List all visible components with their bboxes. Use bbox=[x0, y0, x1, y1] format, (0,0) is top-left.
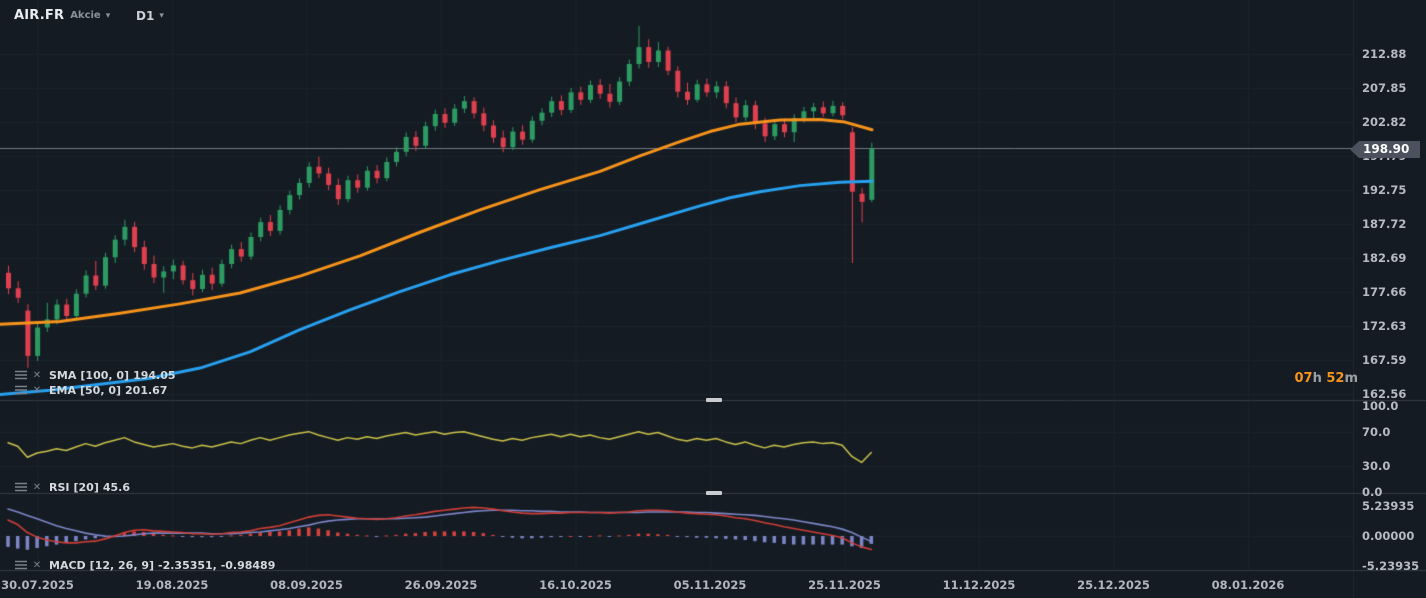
axis-tick-label: 167.59 bbox=[1362, 353, 1407, 367]
pane-resize-handle[interactable] bbox=[706, 398, 722, 402]
pane-resize-handle[interactable] bbox=[706, 491, 722, 495]
axis-tick-label: 70.0 bbox=[1362, 424, 1391, 439]
legend-macd-label: MACD [12, 26, 9] -2.35351, -0.98489 bbox=[49, 558, 276, 572]
date-tick-label: 11.12.2025 bbox=[942, 578, 1016, 592]
legend-rsi-label: RSI [20] 45.6 bbox=[49, 480, 131, 494]
timeframe-dropdown-caret[interactable]: ▾ bbox=[159, 11, 164, 21]
legend-sma[interactable]: ✕ SMA [100, 0] 194.05 bbox=[14, 368, 176, 382]
last-price-badge: 198.90 bbox=[1350, 141, 1420, 158]
indicator-settings-icon[interactable] bbox=[14, 370, 28, 381]
axis-tick-label: 202.82 bbox=[1362, 115, 1407, 129]
date-tick-label: 26.09.2025 bbox=[404, 578, 478, 592]
date-tick-label: 25.12.2025 bbox=[1077, 578, 1150, 592]
axis-tick-label: 192.75 bbox=[1362, 183, 1407, 197]
symbol-dropdown-caret[interactable]: ▾ bbox=[106, 11, 111, 21]
timeframe-selector[interactable]: D1 ▾ bbox=[136, 9, 164, 23]
symbol-row: AIR.FR Akcie ▾ bbox=[14, 8, 110, 23]
legend-rsi[interactable]: ✕ RSI [20] 45.6 bbox=[14, 480, 130, 494]
axis-tick-label: 30.0 bbox=[1362, 458, 1391, 473]
timeframe-label: D1 bbox=[136, 9, 155, 23]
legend-macd[interactable]: ✕ MACD [12, 26, 9] -2.35351, -0.98489 bbox=[14, 558, 275, 572]
indicator-settings-icon[interactable] bbox=[14, 482, 28, 493]
indicator-remove-icon[interactable]: ✕ bbox=[30, 560, 44, 571]
date-tick-label: 19.08.2025 bbox=[135, 578, 209, 592]
date-tick-label: 25.11.2025 bbox=[808, 578, 881, 592]
axis-tick-label: 177.66 bbox=[1362, 285, 1407, 299]
axis-tick-label: 5.23935 bbox=[1362, 499, 1415, 513]
bar-close-countdown: 07h 52m bbox=[1294, 371, 1358, 386]
indicator-remove-icon[interactable]: ✕ bbox=[30, 370, 44, 381]
trading-chart-window: AIR.FR Akcie ▾ D1 ▾ ✕ SMA [100, 0] 194.05 … bbox=[0, 0, 1426, 598]
axis-tick-label: 207.85 bbox=[1362, 81, 1407, 95]
legend-sma-label: SMA [100, 0] 194.05 bbox=[49, 368, 176, 382]
axis-tick-label: -5.23935 bbox=[1362, 559, 1420, 573]
axis-tick-label: 172.63 bbox=[1362, 319, 1407, 333]
axis-tick-label: 212.88 bbox=[1362, 47, 1407, 61]
axis-tick-label: 0.00000 bbox=[1362, 529, 1415, 543]
chart-canvas[interactable] bbox=[0, 0, 1426, 598]
symbol-title[interactable]: AIR.FR bbox=[14, 8, 64, 23]
instrument-type-label: Akcie bbox=[70, 10, 101, 21]
date-tick-label: 05.11.2025 bbox=[673, 578, 747, 592]
date-tick-label: 08.01.2026 bbox=[1211, 578, 1285, 592]
axis-tick-label: 187.72 bbox=[1362, 217, 1407, 231]
date-tick-label: 30.07.2025 bbox=[1, 578, 74, 592]
date-tick-label: 16.10.2025 bbox=[539, 578, 612, 592]
last-price-value: 198.90 bbox=[1363, 142, 1410, 156]
indicator-settings-icon[interactable] bbox=[14, 385, 28, 396]
legend-ema-label: EMA [50, 0] 201.67 bbox=[49, 383, 168, 397]
legend-ema[interactable]: ✕ EMA [50, 0] 201.67 bbox=[14, 383, 167, 397]
axis-tick-label: 100.0 bbox=[1362, 399, 1399, 413]
indicator-remove-icon[interactable]: ✕ bbox=[30, 385, 44, 396]
axis-tick-label: 182.69 bbox=[1362, 251, 1407, 265]
indicator-remove-icon[interactable]: ✕ bbox=[30, 482, 44, 493]
indicator-settings-icon[interactable] bbox=[14, 560, 28, 571]
date-tick-label: 08.09.2025 bbox=[270, 578, 343, 592]
